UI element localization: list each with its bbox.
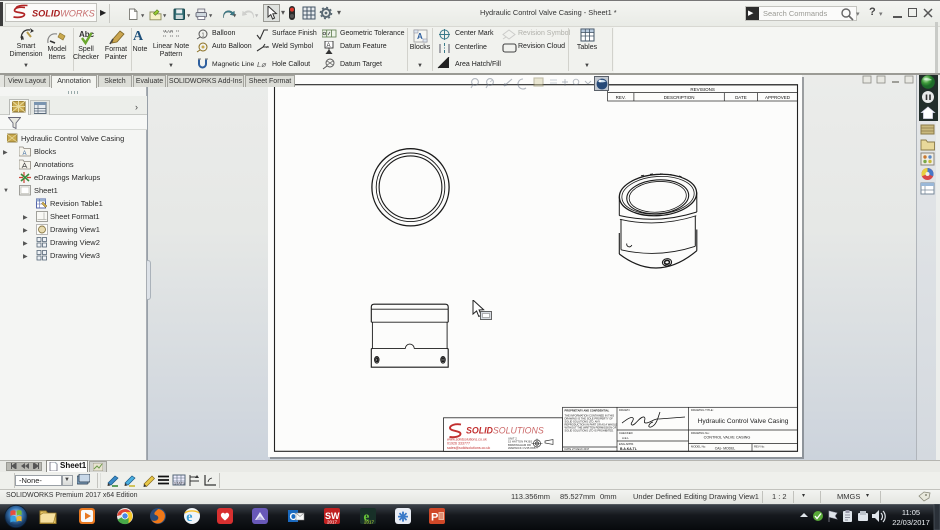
svg-text:CAs- MODEL: CAs- MODEL — [715, 447, 736, 451]
svg-text:A: A — [327, 43, 331, 49]
svg-text:DRAWN: DRAWN — [619, 408, 629, 412]
svg-text:2017: 2017 — [327, 520, 338, 525]
svg-text:▾: ▾ — [233, 13, 237, 20]
svg-text:Abc: Abc — [79, 30, 95, 39]
svg-text:ENG APPR.: ENG APPR. — [619, 442, 634, 446]
svg-text:▾: ▾ — [163, 13, 167, 20]
svg-text:SOLIDSOLUTIONS: SOLIDSOLUTIONS — [466, 426, 544, 436]
svg-text:MODEL No:: MODEL No: — [691, 445, 706, 449]
svg-text:L⌀: L⌀ — [257, 60, 267, 69]
svg-text:1: 1 — [202, 33, 205, 39]
svg-text:DATE 27 March 2017: DATE 27 March 2017 — [565, 447, 590, 451]
svg-text:REVISIONS: REVISIONS — [690, 87, 715, 92]
svg-text:B.A.KA.TL: B.A.KA.TL — [620, 447, 637, 451]
svg-text:A: A — [23, 151, 27, 157]
svg-text:SOLIDWORKS: SOLIDWORKS — [32, 9, 96, 19]
svg-text:PROPRIETARY AND CONFIDENTIAL: PROPRIETARY AND CONFIDENTIAL — [565, 409, 610, 413]
svg-text:sales@solidsolutions.co.uk: sales@solidsolutions.co.uk — [447, 446, 490, 450]
svg-text:▾: ▾ — [255, 13, 259, 20]
svg-text:REV.: REV. — [616, 95, 626, 100]
svg-text:WARWICK CV35 8XB: WARWICK CV35 8XB — [508, 446, 536, 450]
svg-text:DATE: DATE — [735, 95, 747, 100]
svg-text:▾: ▾ — [187, 13, 191, 20]
svg-text:▾: ▾ — [141, 13, 145, 20]
svg-text:APPROVED: APPROVED — [765, 95, 791, 100]
svg-text:DRAWING No:: DRAWING No: — [691, 431, 710, 435]
svg-text:11:05: 11:05 — [902, 508, 920, 517]
svg-text:SOLID SOLUTIONS LTD IS PROHIBI: SOLID SOLUTIONS LTD IS PROHIBITED. — [565, 429, 615, 433]
svg-text:CHECKED: CHECKED — [619, 431, 633, 435]
svg-text:DRAWING TITLE:: DRAWING TITLE: — [691, 408, 714, 412]
svg-text:▾: ▾ — [209, 13, 213, 20]
svg-text:REV No:: REV No: — [754, 445, 765, 449]
svg-text:2017: 2017 — [364, 520, 375, 525]
svg-text:22/03/2017: 22/03/2017 — [892, 518, 930, 527]
svg-text:DESCRIPTION: DESCRIPTION — [664, 95, 695, 100]
svg-text:AAA: AAA — [164, 29, 173, 34]
svg-text:CONTROL VALVE CASING: CONTROL VALVE CASING — [704, 436, 751, 440]
svg-text:STATS: STATS — [174, 481, 185, 485]
svg-text:A.E.L: A.E.L — [622, 436, 629, 440]
svg-text:Hydraulic Control Valve Casing: Hydraulic Control Valve Casing — [698, 418, 789, 425]
svg-text:P: P — [431, 512, 438, 524]
svg-text:A: A — [417, 32, 423, 41]
